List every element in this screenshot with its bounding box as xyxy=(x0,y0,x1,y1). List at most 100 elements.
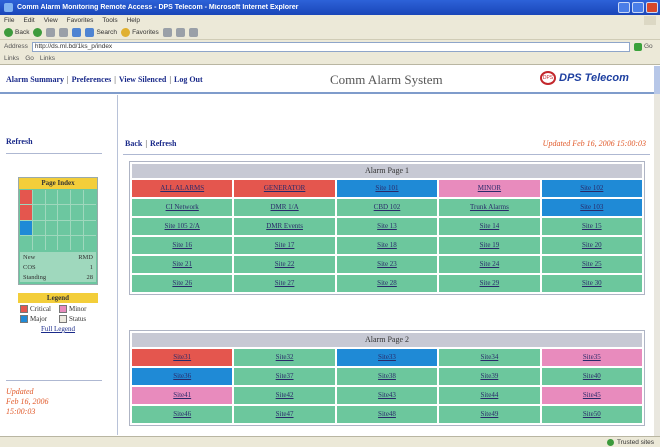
menu-favorites[interactable]: Favorites xyxy=(67,17,94,24)
alarm-cell-ok[interactable]: Site43 xyxy=(336,387,438,404)
alarm-cell-ok[interactable]: DMR Events xyxy=(234,218,335,235)
alarm-cell-ok[interactable]: DMR 1/A xyxy=(234,199,335,216)
page-index-cell[interactable] xyxy=(45,220,58,235)
alarm-cell-major[interactable]: Site 102 xyxy=(541,180,642,197)
alarm-cell-minor[interactable]: Site35 xyxy=(541,349,642,366)
alarm-cell-minor[interactable]: MINOR xyxy=(439,180,540,197)
alarm-cell-ok[interactable]: Site 20 xyxy=(541,237,642,254)
alarm-cell-ok[interactable]: Site 28 xyxy=(336,275,438,292)
alarm-cell-ok[interactable]: Site 26 xyxy=(132,275,233,292)
page-index-cell[interactable] xyxy=(58,220,71,235)
minimize-button[interactable] xyxy=(618,2,630,13)
page-index-cell[interactable] xyxy=(45,235,58,250)
refresh-link[interactable]: Refresh xyxy=(150,139,177,148)
page-index-cell[interactable] xyxy=(20,205,32,220)
page-index-cell[interactable] xyxy=(32,205,45,220)
print-icon[interactable] xyxy=(188,28,198,37)
favorites-button[interactable]: Favorites xyxy=(121,28,159,37)
page-index-cell[interactable] xyxy=(71,205,84,220)
page-index-cell[interactable] xyxy=(45,205,58,220)
page-index-cell[interactable] xyxy=(32,220,45,235)
page-index-cell[interactable] xyxy=(32,235,45,250)
alarm-cell-ok[interactable]: Site 15 xyxy=(541,218,642,235)
search-button[interactable]: Search xyxy=(85,28,117,37)
alarm-cell-ok[interactable]: Site 14 xyxy=(439,218,540,235)
nav-view-silenced[interactable]: View Silenced xyxy=(119,75,166,84)
alarm-cell-major[interactable]: Site33 xyxy=(336,349,438,366)
menu-edit[interactable]: Edit xyxy=(23,17,34,24)
alarm-cell-ok[interactable]: Site42 xyxy=(234,387,335,404)
alarm-cell-critical[interactable]: ALL ALARMS xyxy=(132,180,233,197)
alarm-cell-ok[interactable]: Site 30 xyxy=(541,275,642,292)
alarm-cell-ok[interactable]: Site37 xyxy=(234,368,335,385)
alarm-cell-ok[interactable]: Site 25 xyxy=(541,256,642,273)
alarm-cell-ok[interactable]: Site 24 xyxy=(439,256,540,273)
mail-icon[interactable] xyxy=(175,28,185,37)
alarm-cell-ok[interactable]: Site38 xyxy=(336,368,438,385)
links-item-go[interactable]: Go xyxy=(25,55,34,62)
stop-icon[interactable] xyxy=(46,28,56,37)
scrollbar-thumb[interactable] xyxy=(654,66,660,94)
alarm-cell-ok[interactable]: Site48 xyxy=(336,406,438,423)
alarm-cell-ok[interactable]: Site32 xyxy=(234,349,335,366)
alarm-cell-ok[interactable]: Site 19 xyxy=(439,237,540,254)
alarm-cell-ok[interactable]: CI Network xyxy=(132,199,233,216)
page-index-cell[interactable] xyxy=(45,190,58,205)
alarm-cell-ok[interactable]: Site 21 xyxy=(132,256,233,273)
go-button[interactable]: Go xyxy=(634,42,656,52)
menu-help[interactable]: Help xyxy=(127,17,140,24)
page-index-cell[interactable] xyxy=(84,235,96,250)
history-icon[interactable] xyxy=(162,28,172,37)
alarm-cell-ok[interactable]: Site 105 2/A xyxy=(132,218,233,235)
full-legend-link[interactable]: Full Legend xyxy=(18,325,98,333)
alarm-cell-ok[interactable]: Site34 xyxy=(439,349,540,366)
back-button[interactable]: Back xyxy=(4,28,29,37)
page-index-cell[interactable] xyxy=(84,205,96,220)
menu-tools[interactable]: Tools xyxy=(102,17,117,24)
alarm-cell-critical[interactable]: GENERATOR xyxy=(234,180,335,197)
page-index-cell[interactable] xyxy=(71,220,84,235)
close-button[interactable] xyxy=(646,2,658,13)
page-index-cell[interactable] xyxy=(58,190,71,205)
maximize-button[interactable] xyxy=(632,2,644,13)
page-index-cell[interactable] xyxy=(71,235,84,250)
page-index-cell[interactable] xyxy=(58,205,71,220)
alarm-cell-ok[interactable]: Site46 xyxy=(132,406,233,423)
nav-log-out[interactable]: Log Out xyxy=(174,75,203,84)
alarm-cell-ok[interactable]: Site40 xyxy=(541,368,642,385)
alarm-cell-major[interactable]: Site 101 xyxy=(336,180,438,197)
page-index-cell[interactable] xyxy=(84,220,96,235)
alarm-cell-ok[interactable]: Site49 xyxy=(439,406,540,423)
alarm-cell-ok[interactable]: Site 13 xyxy=(336,218,438,235)
back-link[interactable]: Back xyxy=(125,139,142,148)
alarm-cell-ok[interactable]: Site47 xyxy=(234,406,335,423)
vertical-scrollbar[interactable] xyxy=(654,66,660,436)
menu-file[interactable]: File xyxy=(4,17,14,24)
home-icon[interactable] xyxy=(72,28,82,37)
alarm-cell-ok[interactable]: Site 22 xyxy=(234,256,335,273)
alarm-cell-ok[interactable]: Site 18 xyxy=(336,237,438,254)
alarm-cell-ok[interactable]: Site 29 xyxy=(439,275,540,292)
nav-alarm-summary[interactable]: Alarm Summary xyxy=(6,75,64,84)
alarm-cell-ok[interactable]: Site 23 xyxy=(336,256,438,273)
links-item-links[interactable]: Links xyxy=(40,55,55,62)
alarm-cell-ok[interactable]: CBD 102 xyxy=(336,199,438,216)
alarm-cell-ok[interactable]: Site50 xyxy=(541,406,642,423)
alarm-cell-ok[interactable]: Site44 xyxy=(439,387,540,404)
menu-view[interactable]: View xyxy=(44,17,58,24)
alarm-cell-major[interactable]: Site 103 xyxy=(541,199,642,216)
page-index-cell[interactable] xyxy=(84,190,96,205)
nav-preferences[interactable]: Preferences xyxy=(72,75,112,84)
alarm-cell-ok[interactable]: Trunk Alarms xyxy=(439,199,540,216)
alarm-cell-ok[interactable]: Site39 xyxy=(439,368,540,385)
alarm-cell-minor[interactable]: Site41 xyxy=(132,387,233,404)
alarm-cell-critical[interactable]: Site31 xyxy=(132,349,233,366)
alarm-cell-major[interactable]: Site36 xyxy=(132,368,233,385)
page-index-cell[interactable] xyxy=(20,235,32,250)
page-index-cell[interactable] xyxy=(20,190,32,205)
alarm-cell-minor[interactable]: Site45 xyxy=(541,387,642,404)
alarm-cell-ok[interactable]: Site 27 xyxy=(234,275,335,292)
forward-arrow-icon[interactable] xyxy=(33,28,43,37)
address-input[interactable]: http://ds.ml.bd/1ks_p/index xyxy=(31,41,630,52)
refresh-icon[interactable] xyxy=(59,28,69,37)
